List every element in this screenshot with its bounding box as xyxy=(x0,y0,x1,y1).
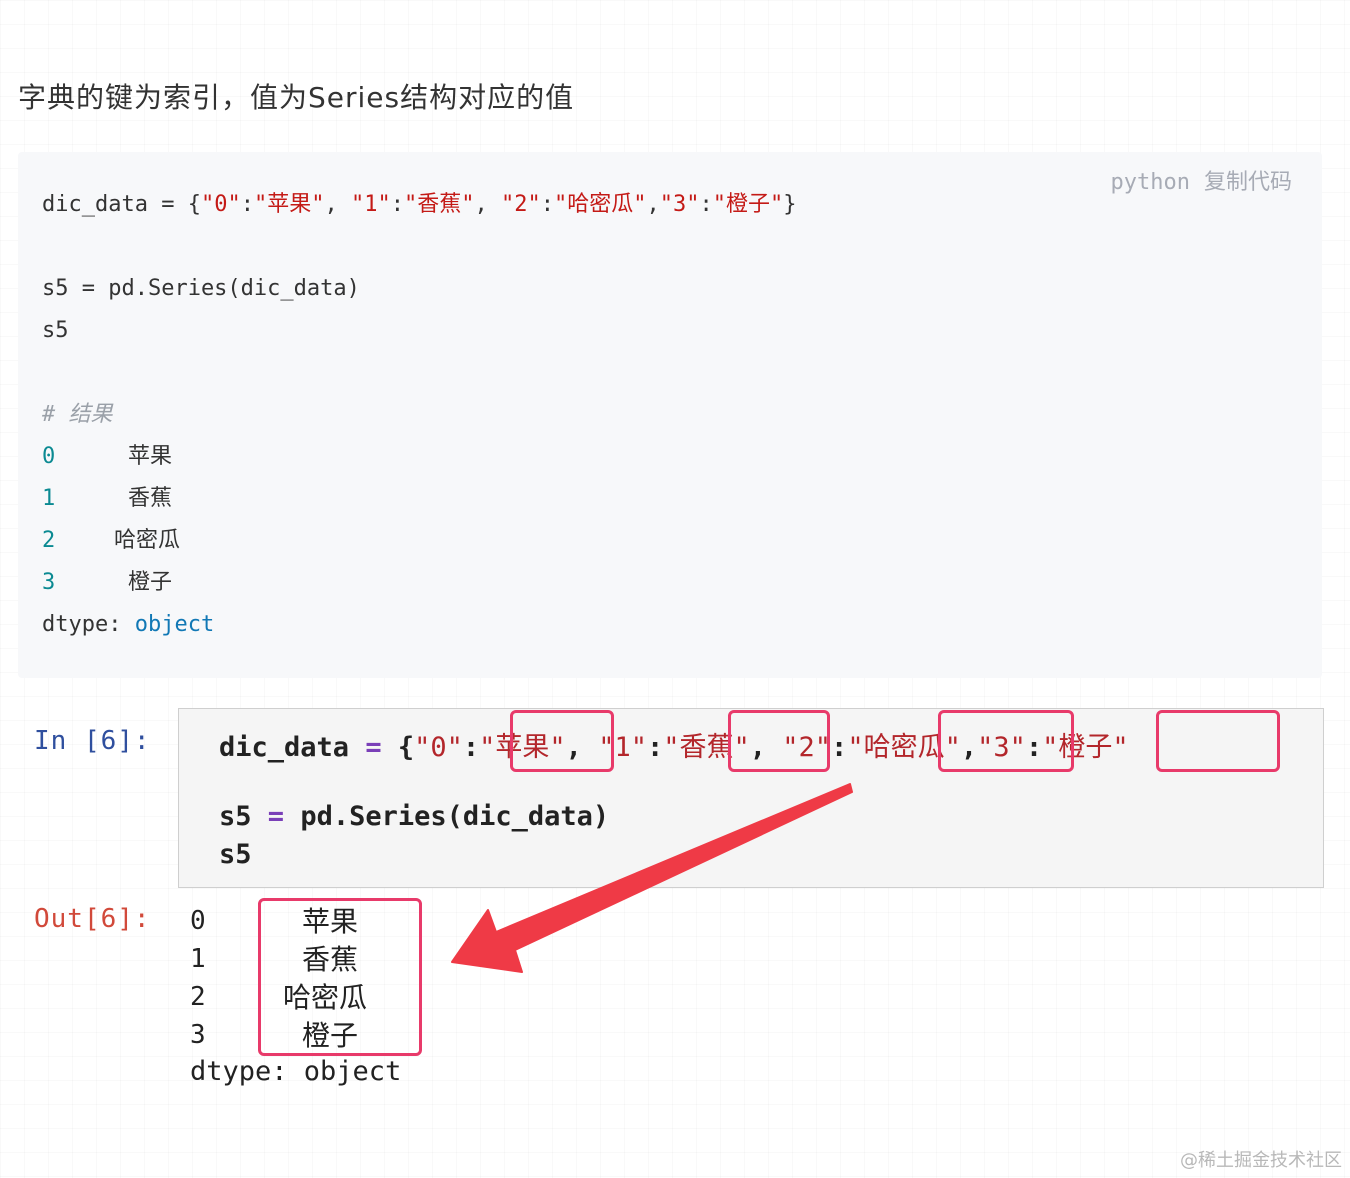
copy-code-button[interactable]: 复制代码 xyxy=(1204,170,1292,195)
code-line-s5: s5 xyxy=(42,318,69,343)
result-index: 2 xyxy=(42,528,56,553)
pointer-arrow-icon xyxy=(451,783,853,973)
code-string: "苹果" xyxy=(253,192,325,217)
code-line-dict: dic_data = {"0":"苹果", "1":"香蕉", "2":"哈密瓜… xyxy=(42,192,797,217)
code-token: dic_data = { xyxy=(42,192,201,217)
result-dtype: dtype: object xyxy=(42,604,796,646)
intro-text: 字典的键为索引，值为Series结构对应的值 xyxy=(18,81,575,114)
result-row: 2 哈密瓜 xyxy=(42,520,796,562)
code-string: "哈密瓜" xyxy=(553,192,647,217)
dtype-value: object xyxy=(134,612,215,637)
result-index: 1 xyxy=(42,486,56,511)
result-row: 1 香蕉 xyxy=(42,478,796,520)
result-index: 0 xyxy=(42,444,56,469)
result-value: 哈密瓜 xyxy=(114,528,181,553)
result-value: 橙子 xyxy=(128,570,173,595)
code-toolbar: python 复制代码 xyxy=(1111,164,1293,196)
code-lines: dic_data = {"0":"苹果", "1":"香蕉", "2":"哈密瓜… xyxy=(42,184,796,646)
code-string: "1" xyxy=(350,192,391,217)
code-line-series: s5 = pd.Series(dic_data) xyxy=(42,276,360,301)
notebook-screenshot: In [6]: dic_data = {"0":"苹果", "1":"香蕉", … xyxy=(0,700,1350,1120)
result-value: 香蕉 xyxy=(128,486,173,511)
code-string: "3" xyxy=(659,192,700,217)
code-language-label: python xyxy=(1110,170,1190,195)
result-row: 3 橙子 xyxy=(42,562,796,604)
watermark: @稀土掘金技术社区 xyxy=(1180,1150,1342,1171)
code-string: "橙子" xyxy=(712,192,784,217)
result-value: 苹果 xyxy=(128,444,173,469)
code-block: python 复制代码 dic_data = {"0":"苹果", "1":"香蕉… xyxy=(18,152,1322,678)
code-string: "0" xyxy=(200,192,241,217)
code-string: "香蕉" xyxy=(403,192,475,217)
result-index: 3 xyxy=(42,570,56,595)
result-row: 0 苹果 xyxy=(42,436,796,478)
code-comment: # 结果 xyxy=(42,402,113,427)
dtype-label: dtype: xyxy=(42,612,122,637)
code-string: "2" xyxy=(500,192,541,217)
